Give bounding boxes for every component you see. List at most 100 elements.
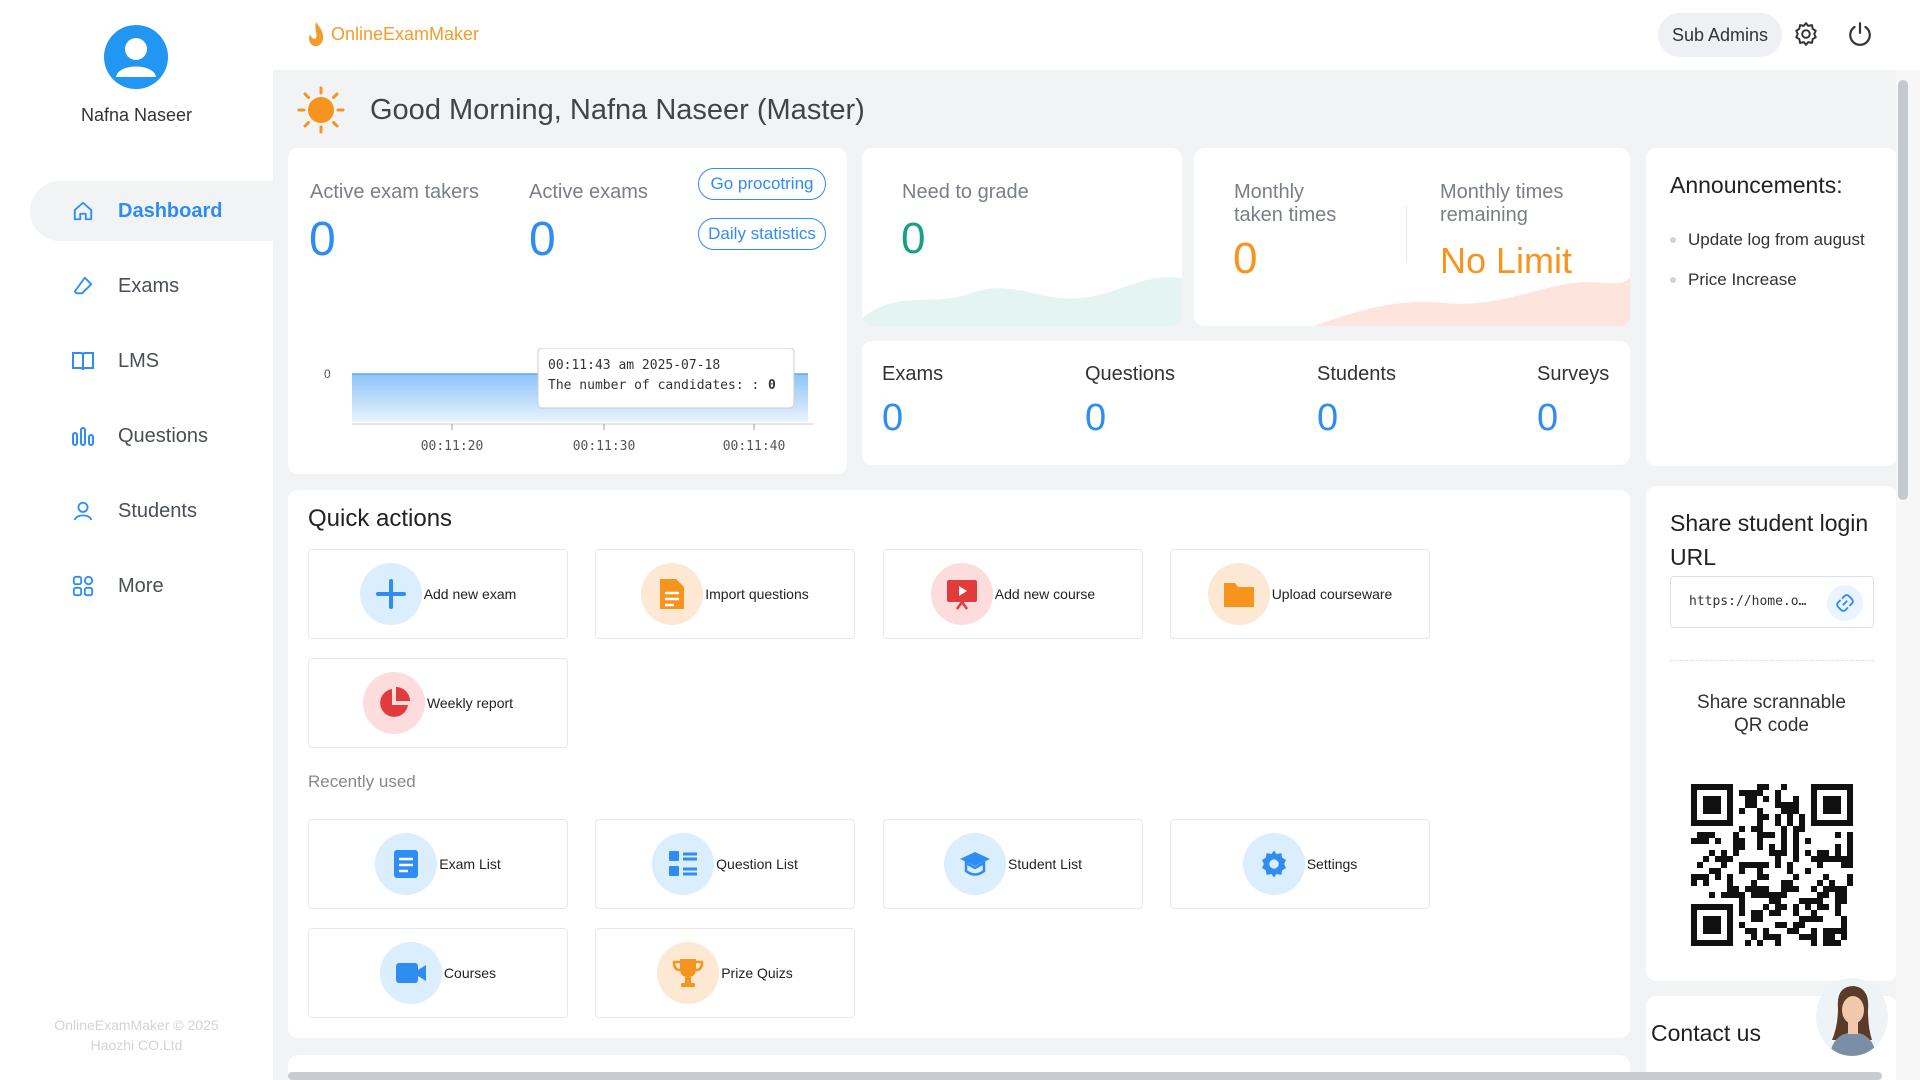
x-tick-label: 00:11:20 [421,439,484,454]
stat-surveys-value[interactable]: 0 [1537,397,1558,440]
quick-actions-card: Quick actions Add new exam Import questi… [288,490,1630,1038]
logo[interactable]: OnlineExamMaker [305,20,479,48]
chart-tooltip: 00:11:43 am 2025-07-18 The number of can… [537,348,795,409]
stat-questions-label: Questions [1085,363,1176,385]
tile-label: Add new exam [423,586,517,602]
tooltip-time: 00:11:43 am 2025-07-18 [548,358,720,373]
tile-label: Weekly report [426,695,514,711]
sidebar-item-label: Students [118,499,197,522]
add-new-course-button[interactable]: Add new course [883,549,1143,639]
greeting-title: Good Morning, Nafna Naseer (Master) [370,93,865,126]
title-line: URL [1670,544,1717,570]
label-line: Monthly times [1440,181,1564,203]
upload-courseware-button[interactable]: Upload courseware [1170,549,1430,639]
title-line: Share student login [1670,510,1869,536]
vertical-scrollbar-thumb[interactable] [1898,80,1908,500]
active-stats-card: Active exam takers 0 Active exams 0 Go p… [288,148,847,474]
logo-flame-icon [309,22,324,47]
monthly-taken-value: 0 [1233,234,1258,283]
announcement-item[interactable]: Update log from august [1670,230,1865,250]
active-takers-label: Active exam takers [310,181,479,203]
courses-button[interactable]: Courses [308,928,568,1018]
monthly-remaining-value: No Limit [1440,240,1573,281]
sun-icon [297,86,345,134]
monthly-taken-label: Monthly taken times [1234,181,1336,227]
quick-actions-title: Quick actions [308,505,453,532]
support-agent-avatar[interactable] [1816,978,1888,1056]
folder-icon [1207,563,1270,625]
label-line: taken times [1234,204,1337,226]
sidebar-item-exams[interactable]: Exams [30,256,273,316]
daily-statistics-button[interactable]: Daily statistics [698,218,826,250]
sidebar-item-lms[interactable]: LMS [30,331,273,391]
apps-icon [70,573,96,599]
decorative-wave [862,277,1182,326]
qr-title: Share scrannable QR code [1646,691,1897,737]
stat-exams-label: Exams [882,363,944,385]
share-url-field[interactable]: https://home.o… [1670,576,1874,628]
qr-code [1691,784,1853,946]
sidebar-item-label: Exams [118,274,180,297]
exam-list-button[interactable]: Exam List [308,819,568,909]
y-tick-label: 0 [324,367,331,381]
presentation-icon [930,563,993,625]
monthly-usage-card: Monthly taken times 0 Monthly times rema… [1194,148,1630,326]
tile-label: Settings [1306,856,1358,872]
sidebar-item-more[interactable]: More [30,556,273,616]
x-tick-label: 00:11:40 [723,439,786,454]
plus-icon [359,563,422,625]
import-questions-button[interactable]: Import questions [595,549,855,639]
announcements-title: Announcements: [1670,172,1843,198]
sidebar-item-dashboard[interactable]: Dashboard [30,181,273,241]
tile-label: Exam List [439,856,501,872]
gear-icon[interactable] [1793,21,1819,47]
contact-title: Contact us [1651,1020,1761,1046]
need-to-grade-card[interactable]: Need to grade 0 [862,148,1182,326]
list-icon [652,833,715,895]
power-icon[interactable] [1847,21,1873,47]
active-takers-value: 0 [309,213,336,266]
tile-label: Add new course [994,586,1096,602]
sidebar-item-questions[interactable]: Questions [30,406,273,466]
share-url-text: https://home.o… [1689,594,1807,609]
pie-chart-icon [362,672,425,734]
user-name: Nafna Naseer [80,105,193,125]
profile-section: Nafna Naseer [0,0,273,180]
question-list-button[interactable]: Question List [595,819,855,909]
active-exams-value: 0 [529,213,556,266]
content-stats-card: Exams 0 Questions 0 Students 0 Surveys 0 [862,341,1630,465]
announcement-item[interactable]: Price Increase [1670,270,1797,290]
sub-admins-button[interactable]: Sub Admins [1658,13,1782,57]
announcement-text: Price Increase [1688,270,1797,289]
copyright-line: Haozhi CO.Ltd [90,1037,183,1053]
home-icon [70,198,96,224]
sidebar-item-students[interactable]: Students [30,481,273,541]
student-list-button[interactable]: Student List [883,819,1143,909]
user-icon [116,38,156,77]
need-to-grade-value: 0 [901,214,926,263]
tooltip-label: The number of candidates: : [548,378,759,393]
stat-surveys-label: Surveys [1537,363,1610,385]
weekly-report-button[interactable]: Weekly report [308,658,568,748]
tile-label: Prize Quizs [721,965,793,981]
stat-questions-value[interactable]: 0 [1085,397,1106,440]
horizontal-scrollbar[interactable] [288,1072,1882,1080]
announcements-card: Announcements: Update log from august Pr… [1646,148,1897,466]
title-line: Share scrannable [1697,692,1846,713]
stat-students-value[interactable]: 0 [1317,397,1338,440]
prize-quizs-button[interactable]: Prize Quizs [595,928,855,1018]
add-new-exam-button[interactable]: Add new exam [308,549,568,639]
tile-label: Courses [443,965,497,981]
video-icon [379,942,442,1004]
stat-exams-value[interactable]: 0 [882,397,903,440]
settings-button[interactable]: Settings [1170,819,1430,909]
label-line: Monthly [1234,181,1305,203]
tile-label: Upload courseware [1271,586,1393,602]
copy-link-button[interactable] [1827,585,1863,621]
avatar[interactable] [104,25,168,89]
bar-chart-icon [70,423,96,449]
x-tick-label: 00:11:30 [573,439,636,454]
document-icon [641,563,704,625]
go-proctoring-button[interactable]: Go procotring [698,168,826,200]
sidebar-item-label: More [118,574,164,597]
